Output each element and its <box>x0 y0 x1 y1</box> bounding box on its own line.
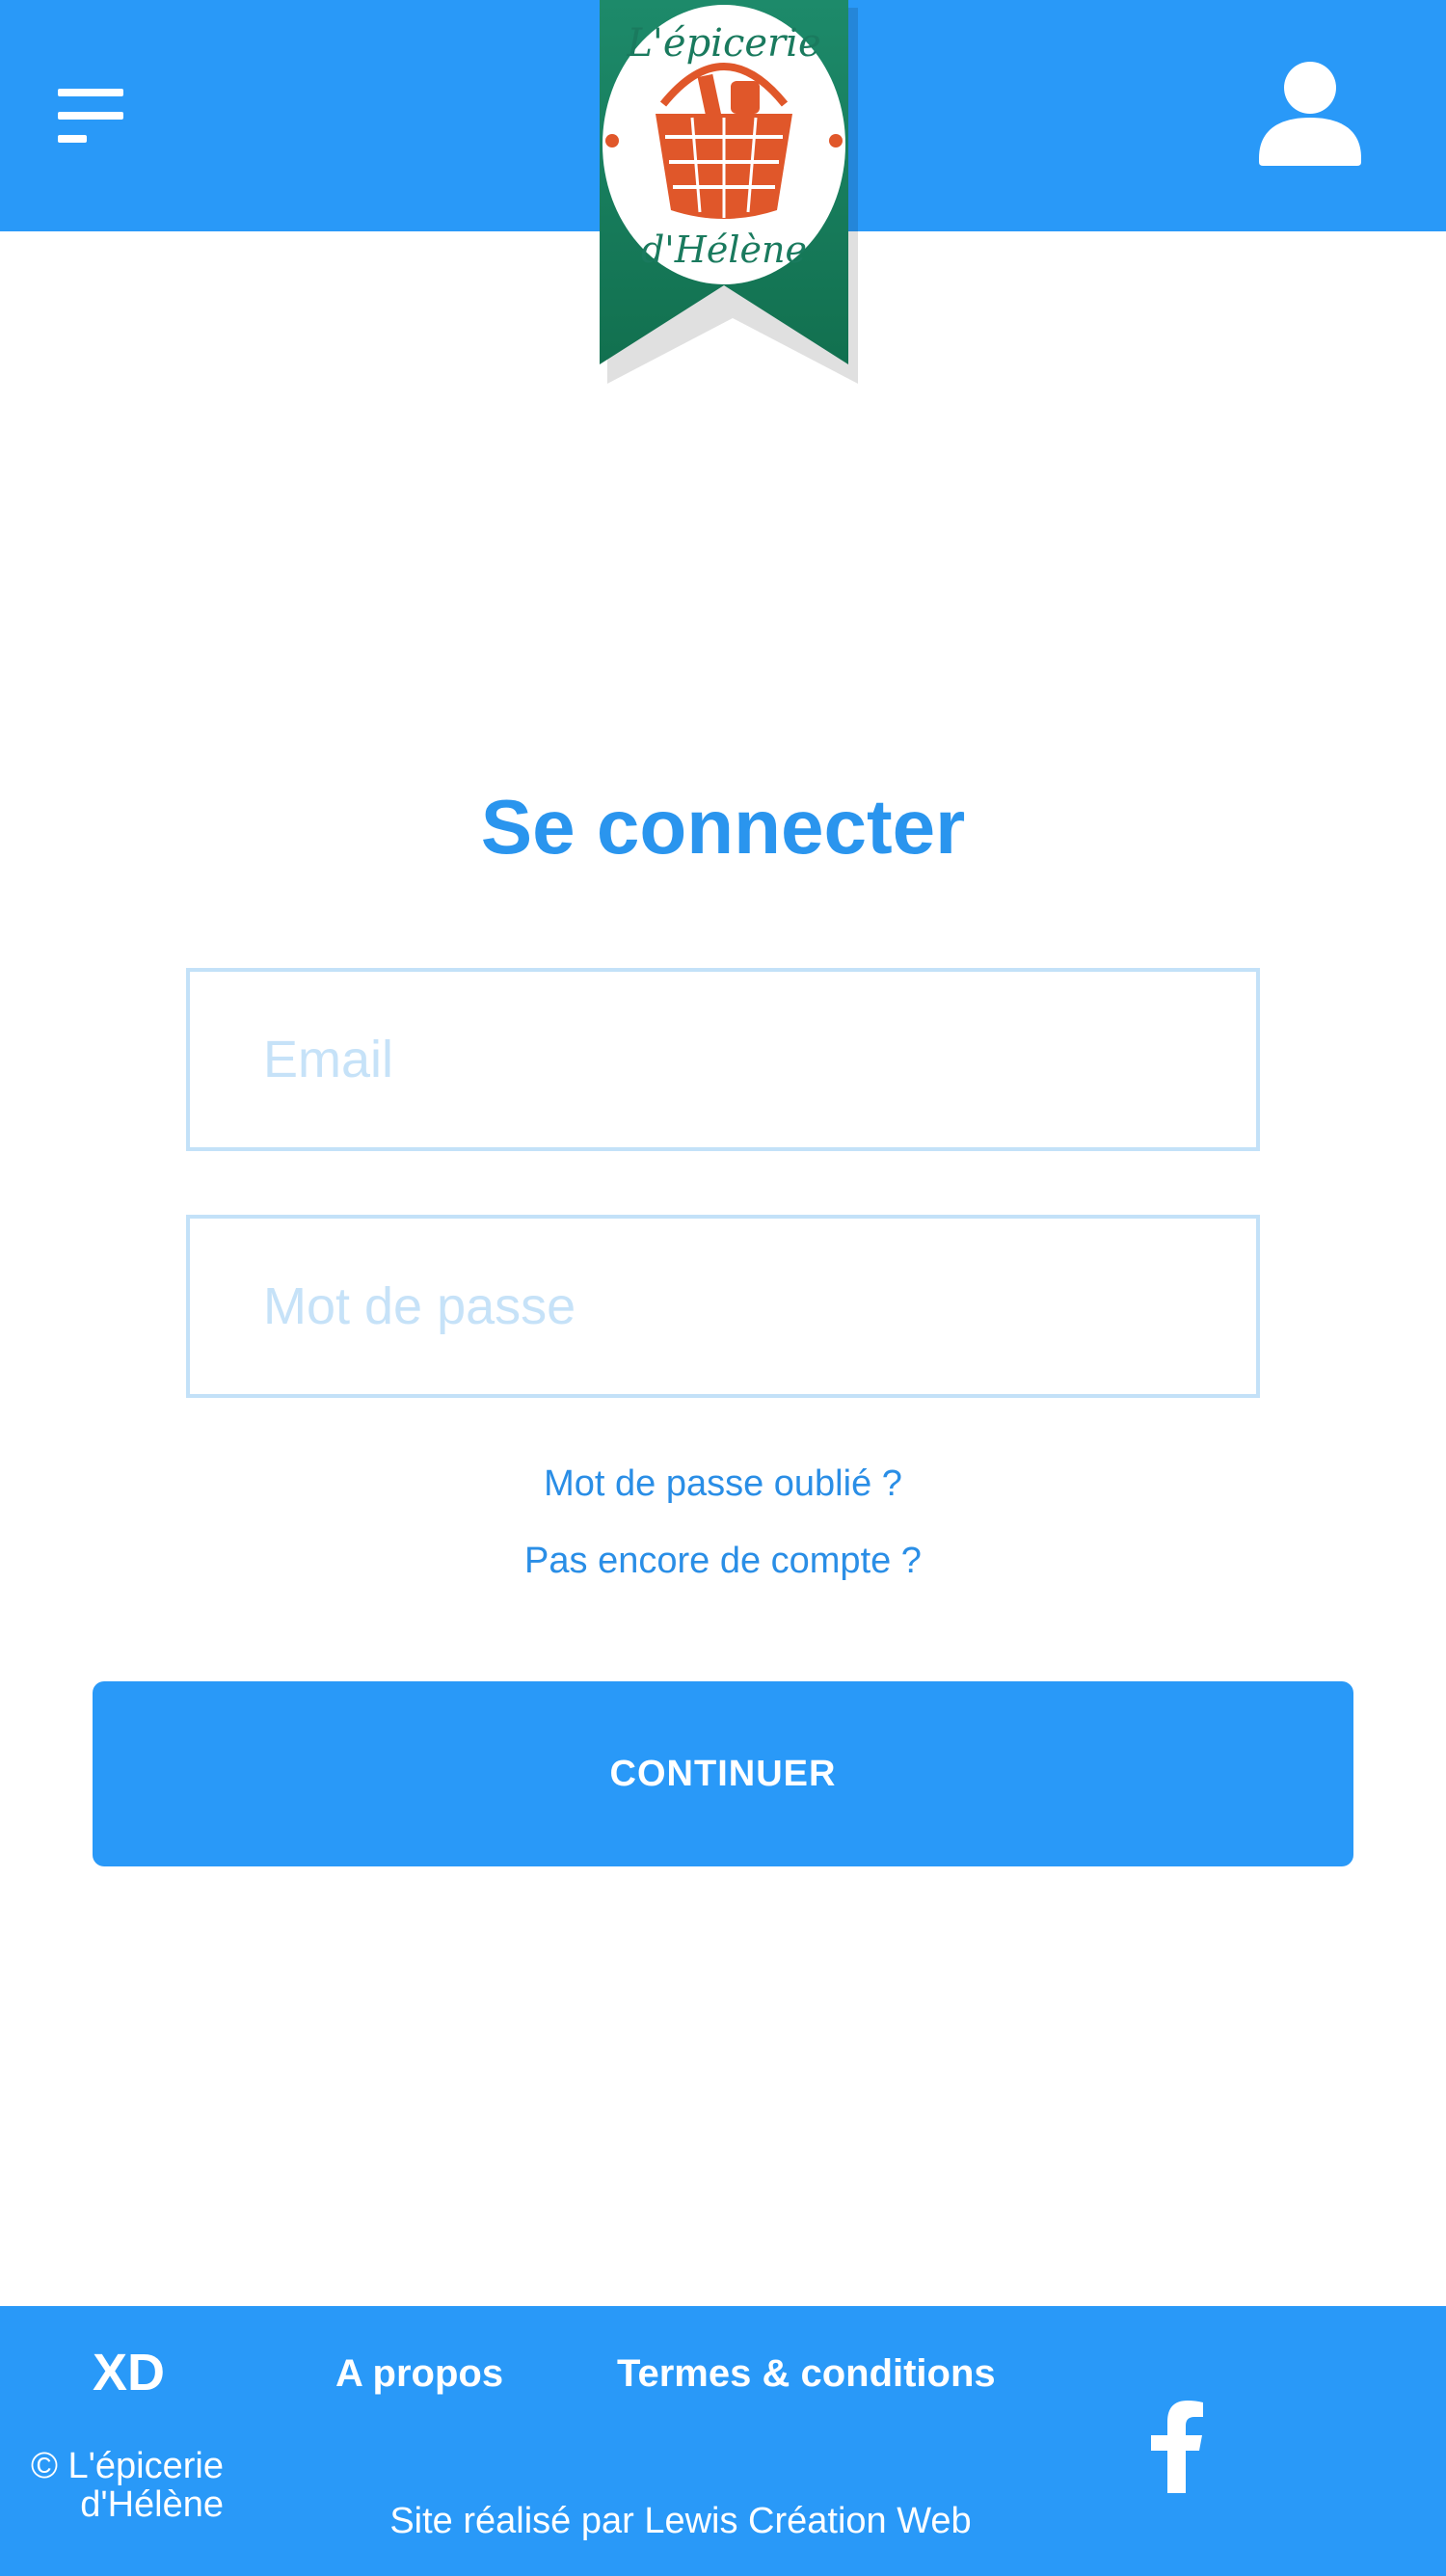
user-glyph <box>1259 62 1361 166</box>
about-link[interactable]: A propos <box>335 2352 503 2396</box>
password-field[interactable] <box>186 1215 1260 1398</box>
site-logo[interactable]: L'épicerie d'Hélène <box>596 0 866 386</box>
terms-link[interactable]: Termes & conditions <box>617 2352 996 2396</box>
continue-button[interactable]: CONTINUER <box>93 1681 1353 1866</box>
facebook-icon[interactable] <box>1147 2401 1205 2493</box>
user-icon[interactable] <box>1259 62 1361 166</box>
copyright-line: © L'épicerie <box>30 2446 224 2486</box>
logo-lettering: L'épicerie d'Hélène <box>626 21 820 271</box>
email-input[interactable] <box>190 972 1256 1147</box>
email-field[interactable] <box>186 968 1260 1151</box>
facebook-glyph <box>1151 2401 1203 2493</box>
svg-text:d'Hélène: d'Hélène <box>641 228 807 271</box>
signup-link[interactable]: Pas encore de compte ? <box>0 1541 1446 1582</box>
menu-line <box>58 89 123 96</box>
menu-line <box>58 112 123 120</box>
footer-brand: XD <box>93 2344 166 2402</box>
page-title: Se connecter <box>480 784 966 870</box>
forgot-password-link[interactable]: Mot de passe oublié ? <box>0 1463 1446 1505</box>
site-footer: XD A propos Termes & conditions © L'épic… <box>0 2306 1446 2576</box>
site-credit: Site réalisé par Lewis Création Web <box>389 2501 972 2541</box>
password-input[interactable] <box>190 1219 1256 1394</box>
menu-line <box>58 135 87 143</box>
menu-icon[interactable] <box>58 85 125 147</box>
svg-text:L'épicerie: L'épicerie <box>626 21 820 66</box>
